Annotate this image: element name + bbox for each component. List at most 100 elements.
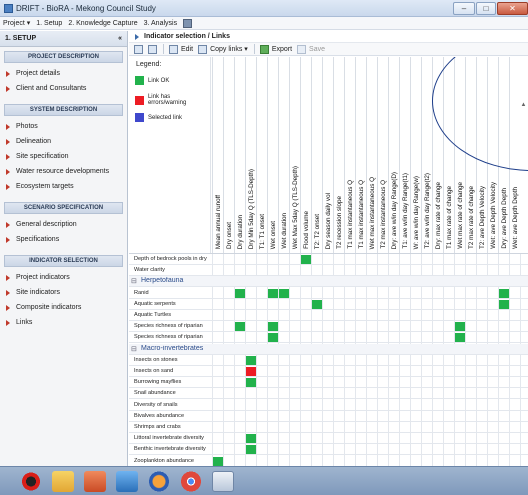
link-ok-cell[interactable]	[246, 355, 256, 365]
menu-analysis[interactable]: 3. Analysis	[144, 20, 177, 27]
collapse-toggle-icon[interactable]: ⊟	[131, 345, 137, 353]
link-ok-cell[interactable]	[235, 322, 245, 332]
sidebar-item[interactable]: Site indicators	[0, 285, 127, 300]
column-header[interactable]: T2: T2 onset	[311, 57, 322, 253]
link-ok-cell[interactable]	[268, 288, 278, 298]
link-ok-cell[interactable]	[246, 445, 256, 455]
link-ok-cell[interactable]	[213, 456, 223, 466]
file-explorer-icon[interactable]	[52, 471, 74, 492]
column-header[interactable]: Flood volume	[300, 57, 311, 253]
collapse-sidebar-icon[interactable]: «	[118, 35, 122, 42]
column-header[interactable]: Wet onset	[267, 57, 278, 253]
menu-project[interactable]: Project ▾	[3, 19, 30, 27]
sidebar-item[interactable]: Project details	[0, 66, 127, 81]
column-header[interactable]: T2: ave Depth Velocity	[476, 57, 487, 253]
sidebar-item[interactable]: General description	[0, 217, 127, 232]
column-header[interactable]: Dry duration	[234, 57, 245, 253]
table-row[interactable]: Snail abundance	[129, 388, 528, 400]
column-header[interactable]: Wet Max 5day Q (TLS-Depth)	[289, 57, 300, 253]
sidebar-item[interactable]: Links	[0, 315, 127, 330]
link-ok-cell[interactable]	[301, 255, 311, 264]
sidebar-item[interactable]: Site specification	[0, 149, 127, 164]
column-header[interactable]: Dry Min 5day Q (TLS-Depth)	[245, 57, 256, 253]
table-row[interactable]: Burrowing mayflies	[129, 377, 528, 389]
table-row[interactable]: Insects on sand	[129, 366, 528, 377]
column-header[interactable]: W: ave w/in day Range(w)	[410, 57, 421, 253]
column-header[interactable]: Wet: ave Depth Depth	[509, 57, 520, 253]
sidebar-item[interactable]: Specifications	[0, 232, 127, 247]
sidebar-item[interactable]: Composite indicators	[0, 300, 127, 315]
copy-links-button[interactable]: Copy links ▾	[210, 45, 248, 53]
column-header[interactable]: T1 max instantaneous Q	[344, 57, 355, 253]
column-header[interactable]: T2: ave w/in day Range(t2)	[421, 57, 432, 253]
table-row[interactable]: Bivalves abundance	[129, 411, 528, 422]
column-header[interactable]: T1 max rate of change	[443, 57, 454, 253]
export-button[interactable]: Export	[272, 46, 292, 53]
table-row[interactable]: Benthic invertebrate diversity	[129, 444, 528, 456]
table-row[interactable]: Aquatic Turtles	[129, 310, 528, 321]
group-row[interactable]: ⊟ Macro-invertebrates	[129, 343, 528, 355]
column-header[interactable]: Wet duration	[278, 57, 289, 253]
table-row[interactable]: Depth of bedrock pools in dry	[129, 254, 528, 265]
sidebar-item[interactable]: Photos	[0, 119, 127, 134]
link-ok-cell[interactable]	[246, 378, 256, 388]
column-header[interactable]: T2 recession slope	[333, 57, 344, 253]
link-ok-cell[interactable]	[455, 333, 465, 343]
menu-setup[interactable]: 1. Setup	[36, 20, 62, 27]
sidebar-item[interactable]: Ecosystem targets	[0, 179, 127, 194]
collapse-toggle-icon[interactable]: ⊟	[131, 277, 137, 285]
column-header[interactable]: Wet max instantaneous Q	[366, 57, 377, 253]
sidebar-item[interactable]: Client and Consultants	[0, 81, 127, 96]
table-row[interactable]: Aquatic serpents	[129, 299, 528, 310]
link-error-cell[interactable]	[246, 367, 256, 376]
column-header[interactable]: Dry: ave Depth Depth	[498, 57, 509, 253]
column-header[interactable]: Dry: ave w/in day Range(D)	[388, 57, 399, 253]
column-header[interactable]: T2 max rate of change	[465, 57, 476, 253]
maximize-button[interactable]: □	[476, 2, 496, 15]
table-row[interactable]: Littoral invertebrate diversity	[129, 433, 528, 445]
column-header[interactable]: Wet: ave Depth Velocity	[487, 57, 498, 253]
firefox-icon[interactable]	[148, 471, 170, 492]
charts-app-icon[interactable]	[116, 471, 138, 492]
column-header[interactable]: Dry onset	[223, 57, 234, 253]
group-row[interactable]: ⊟ Herpetofauna	[129, 276, 528, 288]
save-button[interactable]: Save	[309, 46, 325, 53]
sidebar-item[interactable]: Project indicators	[0, 270, 127, 285]
expand-all-icon[interactable]	[134, 44, 143, 54]
table-row[interactable]: Zooplankton abundance	[129, 456, 528, 466]
table-row[interactable]: Insects on stones	[129, 355, 528, 366]
link-ok-cell[interactable]	[312, 299, 322, 309]
column-header[interactable]: Mean annual runoff	[212, 57, 223, 253]
column-header[interactable]: T1: T1 onset	[256, 57, 267, 253]
table-row[interactable]: Shrimps and crabs	[129, 422, 528, 433]
table-row[interactable]: Diversity of snails	[129, 400, 528, 411]
column-header[interactable]: T2 max instantaneous Q	[377, 57, 388, 253]
close-button[interactable]: ✕	[497, 2, 528, 15]
chrome-icon[interactable]	[180, 471, 202, 492]
powerpoint-icon[interactable]	[84, 471, 106, 492]
scroll-up-icon[interactable]: ▲	[519, 102, 528, 111]
link-ok-cell[interactable]	[279, 288, 289, 298]
edit-button[interactable]: Edit	[181, 46, 193, 53]
column-header[interactable]: Dry: max rate of change	[432, 57, 443, 253]
table-row[interactable]: Species richness of riparian	[129, 321, 528, 333]
sidebar-item[interactable]: Water resource developments	[0, 164, 127, 179]
start-orb-icon[interactable]	[20, 471, 42, 492]
drift-app-icon[interactable]	[212, 471, 234, 492]
link-ok-cell[interactable]	[499, 288, 509, 298]
minimize-button[interactable]: –	[453, 2, 475, 15]
table-row[interactable]: Water clarity	[129, 265, 528, 277]
link-ok-cell[interactable]	[268, 333, 278, 343]
menu-knowledge-capture[interactable]: 2. Knowledge Capture	[68, 20, 137, 27]
column-header[interactable]: T1 max instantaneous Q	[355, 57, 366, 253]
table-row[interactable]: Species richness of riparian	[129, 332, 528, 344]
link-ok-cell[interactable]	[235, 288, 245, 298]
collapse-all-icon[interactable]	[148, 44, 157, 54]
column-header[interactable]: Dry season daily vol	[322, 57, 333, 253]
link-ok-cell[interactable]	[246, 434, 256, 444]
sidebar-item[interactable]: Delineation	[0, 134, 127, 149]
link-ok-cell[interactable]	[499, 299, 509, 309]
column-header[interactable]: Wet max rate of change	[454, 57, 465, 253]
column-header[interactable]: T1: ave w/in day Range(t1)	[399, 57, 410, 253]
table-row[interactable]: Ranid	[129, 288, 528, 299]
